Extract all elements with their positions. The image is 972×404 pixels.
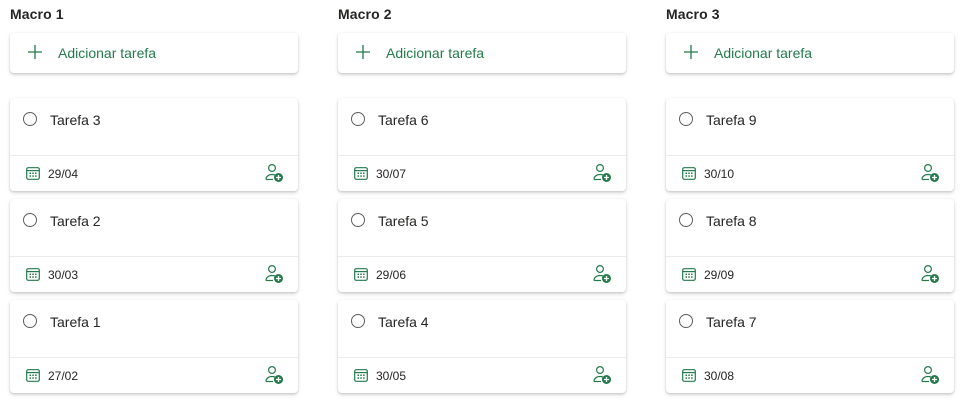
task-card[interactable]: Tarefa 4 30/05 (338, 300, 626, 393)
task-title: Tarefa 2 (50, 213, 101, 229)
complete-task-circle-icon[interactable] (351, 213, 365, 227)
add-task-label: Adicionar tarefa (386, 45, 485, 61)
complete-task-circle-icon[interactable] (23, 314, 37, 328)
calendar-icon (26, 167, 40, 180)
task-card[interactable]: Tarefa 1 27/02 (10, 300, 298, 393)
due-date: 30/05 (376, 369, 407, 383)
calendar-icon (26, 268, 40, 281)
task-card[interactable]: Tarefa 6 30/07 (338, 98, 626, 191)
card-divider (666, 357, 954, 358)
calendar-icon (354, 369, 368, 382)
assign-user-icon[interactable] (592, 365, 612, 385)
due-date: 29/09 (704, 268, 735, 282)
card-divider (666, 155, 954, 156)
calendar-icon (354, 167, 368, 180)
task-title: Tarefa 3 (50, 112, 101, 128)
add-task-button[interactable]: Adicionar tarefa (666, 33, 954, 73)
task-card[interactable]: Tarefa 3 29/04 (10, 98, 298, 191)
plus-icon (356, 45, 370, 59)
assign-user-icon[interactable] (264, 365, 284, 385)
task-card[interactable]: Tarefa 8 29/09 (666, 199, 954, 292)
bucket-title[interactable]: Macro 3 (666, 6, 720, 22)
task-title: Tarefa 5 (378, 213, 429, 229)
assign-user-icon[interactable] (920, 365, 940, 385)
add-task-button[interactable]: Adicionar tarefa (10, 33, 298, 73)
complete-task-circle-icon[interactable] (23, 112, 37, 126)
complete-task-circle-icon[interactable] (679, 314, 693, 328)
add-task-label: Adicionar tarefa (58, 45, 157, 61)
task-card[interactable]: Tarefa 5 29/06 (338, 199, 626, 292)
calendar-icon (354, 268, 368, 281)
complete-task-circle-icon[interactable] (351, 314, 365, 328)
due-date: 29/04 (48, 167, 79, 181)
card-divider (338, 357, 626, 358)
plus-icon (684, 45, 698, 59)
due-date: 29/06 (376, 268, 407, 282)
card-divider (338, 155, 626, 156)
add-task-label: Adicionar tarefa (714, 45, 813, 61)
assign-user-icon[interactable] (264, 264, 284, 284)
calendar-icon (682, 369, 696, 382)
task-title: Tarefa 4 (378, 314, 429, 330)
card-divider (10, 256, 298, 257)
task-card[interactable]: Tarefa 7 30/08 (666, 300, 954, 393)
bucket-title[interactable]: Macro 1 (10, 6, 64, 22)
due-date: 30/07 (376, 167, 407, 181)
assign-user-icon[interactable] (592, 163, 612, 183)
complete-task-circle-icon[interactable] (679, 213, 693, 227)
card-divider (10, 155, 298, 156)
task-title: Tarefa 8 (706, 213, 757, 229)
complete-task-circle-icon[interactable] (23, 213, 37, 227)
task-title: Tarefa 7 (706, 314, 757, 330)
task-title: Tarefa 1 (50, 314, 101, 330)
task-card[interactable]: Tarefa 2 30/03 (10, 199, 298, 292)
assign-user-icon[interactable] (920, 264, 940, 284)
assign-user-icon[interactable] (920, 163, 940, 183)
assign-user-icon[interactable] (592, 264, 612, 284)
task-card[interactable]: Tarefa 9 30/10 (666, 98, 954, 191)
due-date: 30/08 (704, 369, 735, 383)
task-title: Tarefa 6 (378, 112, 429, 128)
due-date: 30/03 (48, 268, 79, 282)
calendar-icon (682, 268, 696, 281)
due-date: 27/02 (48, 369, 79, 383)
task-title: Tarefa 9 (706, 112, 757, 128)
card-divider (10, 357, 298, 358)
card-divider (666, 256, 954, 257)
due-date: 30/10 (704, 167, 735, 181)
complete-task-circle-icon[interactable] (351, 112, 365, 126)
calendar-icon (682, 167, 696, 180)
add-task-button[interactable]: Adicionar tarefa (338, 33, 626, 73)
calendar-icon (26, 369, 40, 382)
card-divider (338, 256, 626, 257)
complete-task-circle-icon[interactable] (679, 112, 693, 126)
plus-icon (28, 45, 42, 59)
assign-user-icon[interactable] (264, 163, 284, 183)
bucket-title[interactable]: Macro 2 (338, 6, 392, 22)
